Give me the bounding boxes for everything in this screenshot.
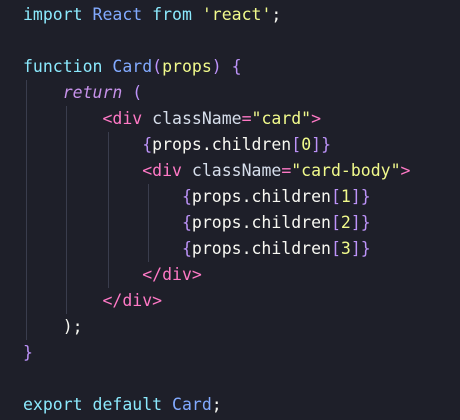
code-token: } (360, 187, 371, 206)
code-token: children (251, 213, 331, 232)
code-token: props (162, 57, 212, 76)
code-token: export (23, 395, 83, 414)
code-token: ; (271, 5, 282, 24)
code-token: <div (102, 109, 143, 128)
code-token: <div (142, 161, 182, 180)
code-token: 0 (301, 135, 312, 154)
code-token: ] (350, 187, 361, 206)
code-token: . (241, 239, 252, 258)
code-token: ] (350, 213, 361, 232)
code-token: { (181, 187, 192, 206)
code-token: [ (330, 187, 341, 206)
code-token: > (311, 109, 322, 128)
code-token: = (241, 109, 252, 128)
code-line-14[interactable]: } (23, 340, 33, 366)
code-token: = (281, 161, 292, 180)
code-token: . (241, 213, 252, 232)
code-line-13[interactable]: ); (23, 314, 83, 340)
code-token: from (152, 5, 192, 24)
code-token: ] (350, 239, 361, 258)
code-token: "card-body" (291, 161, 401, 180)
code-token: React (92, 5, 143, 24)
code-token: } (360, 213, 371, 232)
code-token: function (23, 57, 103, 76)
code-line-10[interactable]: {props.children[3]} (23, 236, 371, 262)
code-token: ; (211, 395, 222, 414)
code-line-3[interactable]: function Card(props) { (23, 54, 242, 80)
code-token: { (181, 239, 192, 258)
code-editor[interactable]: import React from 'react'; function Card(… (0, 0, 460, 420)
code-line-4[interactable]: return ( (23, 80, 142, 106)
code-token: > (400, 161, 411, 180)
code-token: [ (291, 135, 302, 154)
code-line-5[interactable]: <div className="card"> (23, 106, 321, 132)
code-token: 1 (340, 187, 351, 206)
code-token: } (360, 239, 371, 258)
code-token: className (191, 161, 282, 180)
code-token: default (92, 395, 163, 414)
code-token: [ (330, 239, 341, 258)
code-line-12[interactable]: </div> (23, 288, 162, 314)
code-token: } (23, 343, 33, 362)
code-token: ) (211, 57, 222, 76)
code-token: import (23, 5, 83, 24)
code-line-16[interactable]: export default Card; (23, 392, 222, 418)
code-token: { (231, 57, 242, 76)
code-line-1[interactable]: import React from 'react'; (23, 2, 281, 28)
code-token: children (251, 239, 331, 258)
code-token: "card" (251, 109, 312, 128)
code-token: { (181, 213, 192, 232)
code-token: children (211, 135, 292, 154)
code-token: [ (330, 213, 341, 232)
code-token: . (241, 187, 252, 206)
code-token: children (251, 187, 331, 206)
code-token: className (152, 109, 242, 128)
code-token: props (191, 187, 242, 206)
code-token: props (191, 239, 242, 258)
code-token: props (152, 135, 202, 154)
code-token: return (62, 83, 123, 102)
code-token: </div> (142, 265, 202, 284)
code-token: ( (132, 83, 143, 102)
code-line-8[interactable]: {props.children[1]} (23, 184, 371, 210)
code-token: 'react' (201, 5, 272, 24)
code-token: Card (172, 395, 212, 414)
code-line-7[interactable]: <div className="card-body"> (23, 158, 410, 184)
code-line-11[interactable]: </div> (23, 262, 202, 288)
code-token: ); (62, 317, 83, 336)
code-token: props (191, 213, 242, 232)
code-token: 2 (340, 213, 351, 232)
code-token: } (321, 135, 331, 154)
code-token: ( (152, 57, 163, 76)
code-token: { (142, 135, 153, 154)
code-line-6[interactable]: {props.children[0]} (23, 132, 331, 158)
code-token: Card (112, 57, 153, 76)
code-token: 3 (340, 239, 351, 258)
code-token: . (201, 135, 212, 154)
code-token: ] (311, 135, 322, 154)
code-token: </div> (102, 291, 163, 310)
code-line-9[interactable]: {props.children[2]} (23, 210, 371, 236)
